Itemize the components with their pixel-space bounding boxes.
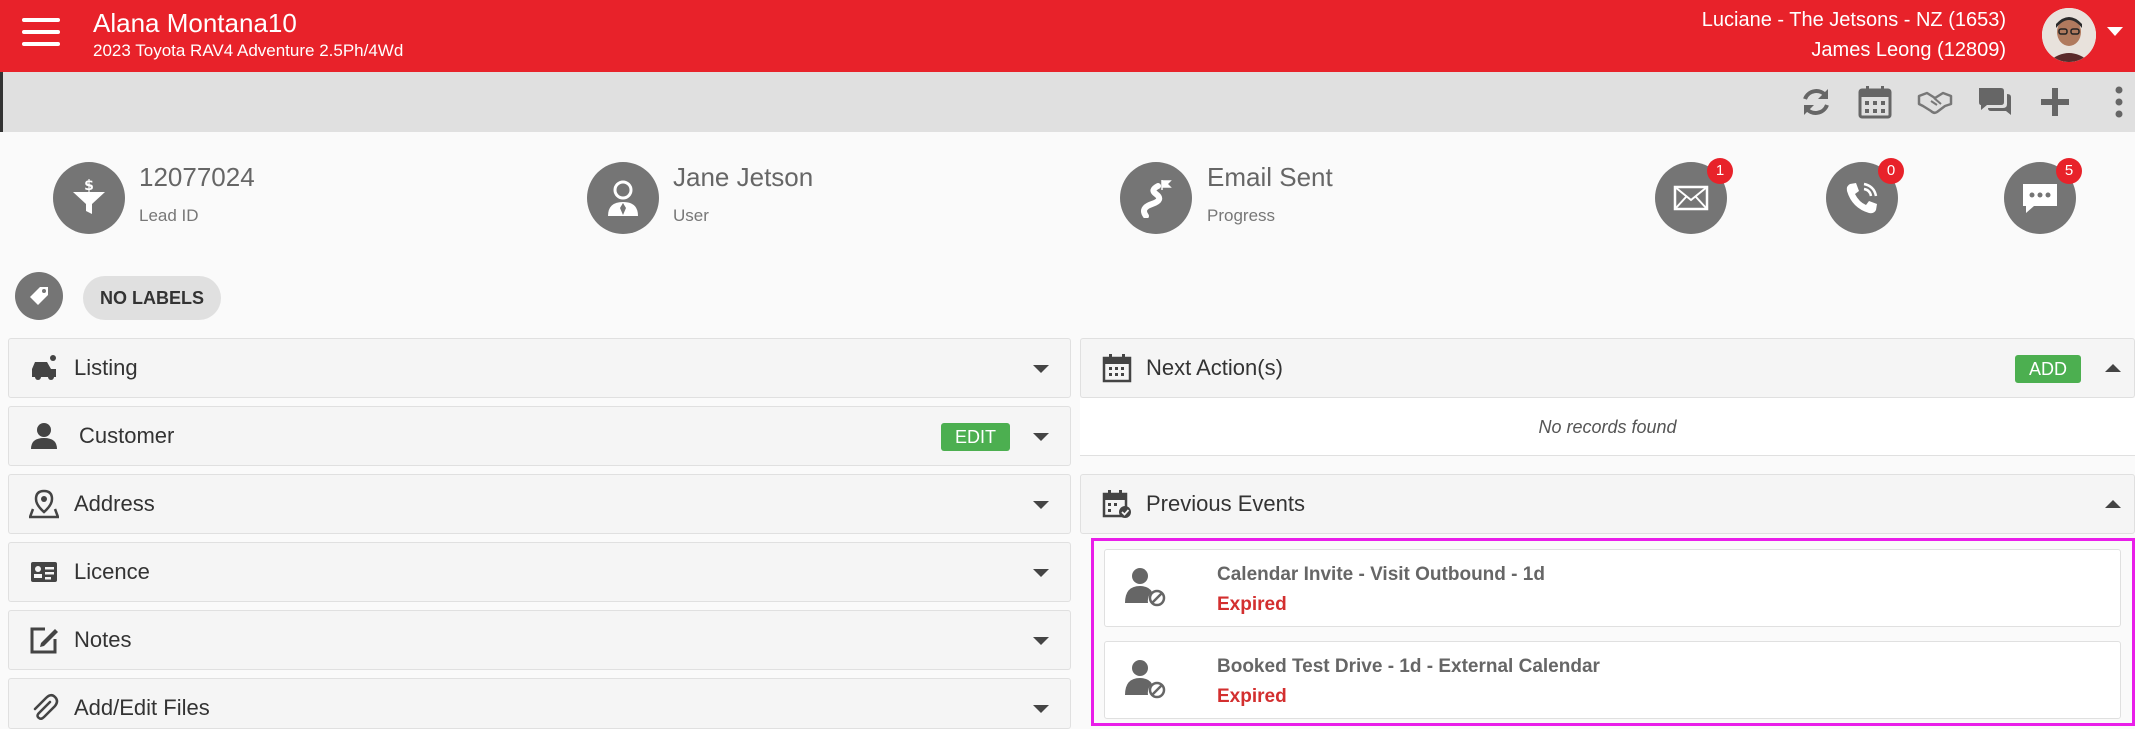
licence-panel[interactable]: Licence (8, 542, 1071, 602)
chat-icon[interactable] (1977, 84, 2013, 120)
event-item[interactable]: Booked Test Drive - 1d - External Calend… (1104, 641, 2121, 719)
lead-name-title: Alana Montana10 (93, 8, 297, 38)
dealer-name: Luciane - The Jetsons - NZ (1653) (1701, 9, 2006, 31)
notes-panel[interactable]: Notes (8, 610, 1071, 670)
no-labels-chip[interactable]: NO LABELS (83, 276, 221, 320)
notes-label: Notes (74, 627, 132, 652)
customer-label: Customer (79, 423, 175, 448)
road-flag-icon (1120, 162, 1192, 234)
chevron-down-icon (1033, 365, 1049, 373)
chevron-down-icon (1033, 501, 1049, 509)
email-button[interactable]: 1 (1655, 158, 1733, 234)
avatar[interactable] (2042, 8, 2096, 62)
licence-label: Licence (74, 559, 150, 584)
paperclip-icon (33, 694, 59, 721)
calendar-check-icon (1102, 490, 1131, 518)
phone-icon (1846, 182, 1878, 214)
next-actions-title: Next Action(s) (1146, 355, 1283, 380)
assigned-user-value: Jane Jetson (673, 162, 814, 192)
chevron-down-icon (1033, 637, 1049, 645)
customer-panel[interactable]: Customer EDIT (8, 406, 1071, 466)
lead-summary: $ 12077024 Lead ID Jane Jetson User Emai… (0, 132, 2135, 264)
car-icon (32, 355, 56, 380)
chevron-up-icon (2105, 364, 2121, 372)
no-records-message: No records found (1080, 398, 2135, 456)
chevron-down-icon (1033, 433, 1049, 441)
map-pin-icon (29, 489, 59, 519)
next-actions-header[interactable]: Next Action(s) ADD (1080, 338, 2135, 398)
email-count-badge: 1 (1707, 158, 1733, 184)
funnel-dollar-icon: $ (53, 162, 125, 234)
progress-value: Email Sent (1207, 162, 1333, 192)
event-status: Expired (1217, 686, 1287, 707)
previous-events-title: Previous Events (1146, 491, 1305, 516)
user-tie-icon (587, 162, 659, 234)
listing-label: Listing (74, 355, 138, 380)
calendar-icon (1102, 354, 1132, 383)
user-blocked-icon (1125, 660, 1166, 699)
add-action-button[interactable]: ADD (2015, 355, 2082, 383)
chevron-down-icon (1033, 569, 1049, 577)
more-options-icon[interactable] (2101, 84, 2135, 120)
user-menu-chevron-down-icon[interactable] (2107, 27, 2123, 36)
assigned-user-label: User (673, 206, 709, 225)
message-count-badge: 5 (2056, 158, 2082, 184)
person-icon (31, 423, 57, 449)
chevron-down-icon (1033, 705, 1049, 713)
event-item[interactable]: Calendar Invite - Visit Outbound - 1d Ex… (1104, 549, 2121, 627)
event-status: Expired (1217, 594, 1287, 615)
user-blocked-icon (1125, 568, 1166, 607)
tag-icon[interactable] (15, 272, 63, 320)
envelope-icon (1673, 185, 1709, 211)
call-count-badge: 0 (1878, 158, 1904, 184)
handshake-icon[interactable] (1917, 84, 1953, 120)
event-title: Booked Test Drive - 1d - External Calend… (1217, 656, 1600, 677)
svg-text:$: $ (84, 178, 94, 194)
sms-icon (2023, 184, 2057, 213)
id-card-icon (31, 562, 57, 582)
add-icon[interactable] (2037, 84, 2073, 120)
address-panel[interactable]: Address (8, 474, 1071, 534)
lead-id-value: 12077024 (139, 162, 255, 192)
vehicle-subtitle: 2023 Toyota RAV4 Adventure 2.5Ph/4Wd (93, 41, 404, 60)
menu-icon[interactable] (22, 18, 60, 48)
files-panel[interactable]: Add/Edit Files (8, 678, 1071, 729)
refresh-icon[interactable] (1798, 84, 1834, 120)
event-title: Calendar Invite - Visit Outbound - 1d (1217, 564, 1545, 585)
app-header: Alana Montana10 2023 Toyota RAV4 Adventu… (0, 0, 2135, 72)
current-user-name: James Leong (12809) (1811, 39, 2006, 61)
address-label: Address (74, 491, 155, 516)
call-button[interactable]: 0 (1826, 158, 1904, 234)
edit-customer-button[interactable]: EDIT (941, 423, 1011, 451)
listing-panel[interactable]: Listing (8, 338, 1071, 398)
previous-events-header[interactable]: Previous Events (1080, 474, 2135, 534)
files-label: Add/Edit Files (74, 695, 210, 720)
lead-id-label: Lead ID (139, 206, 199, 225)
action-toolbar (0, 72, 2135, 132)
edit-note-icon (30, 627, 58, 654)
calendar-icon[interactable] (1857, 84, 1893, 120)
chevron-up-icon (2105, 500, 2121, 508)
progress-label: Progress (1207, 206, 1276, 225)
message-button[interactable]: 5 (2004, 158, 2082, 234)
